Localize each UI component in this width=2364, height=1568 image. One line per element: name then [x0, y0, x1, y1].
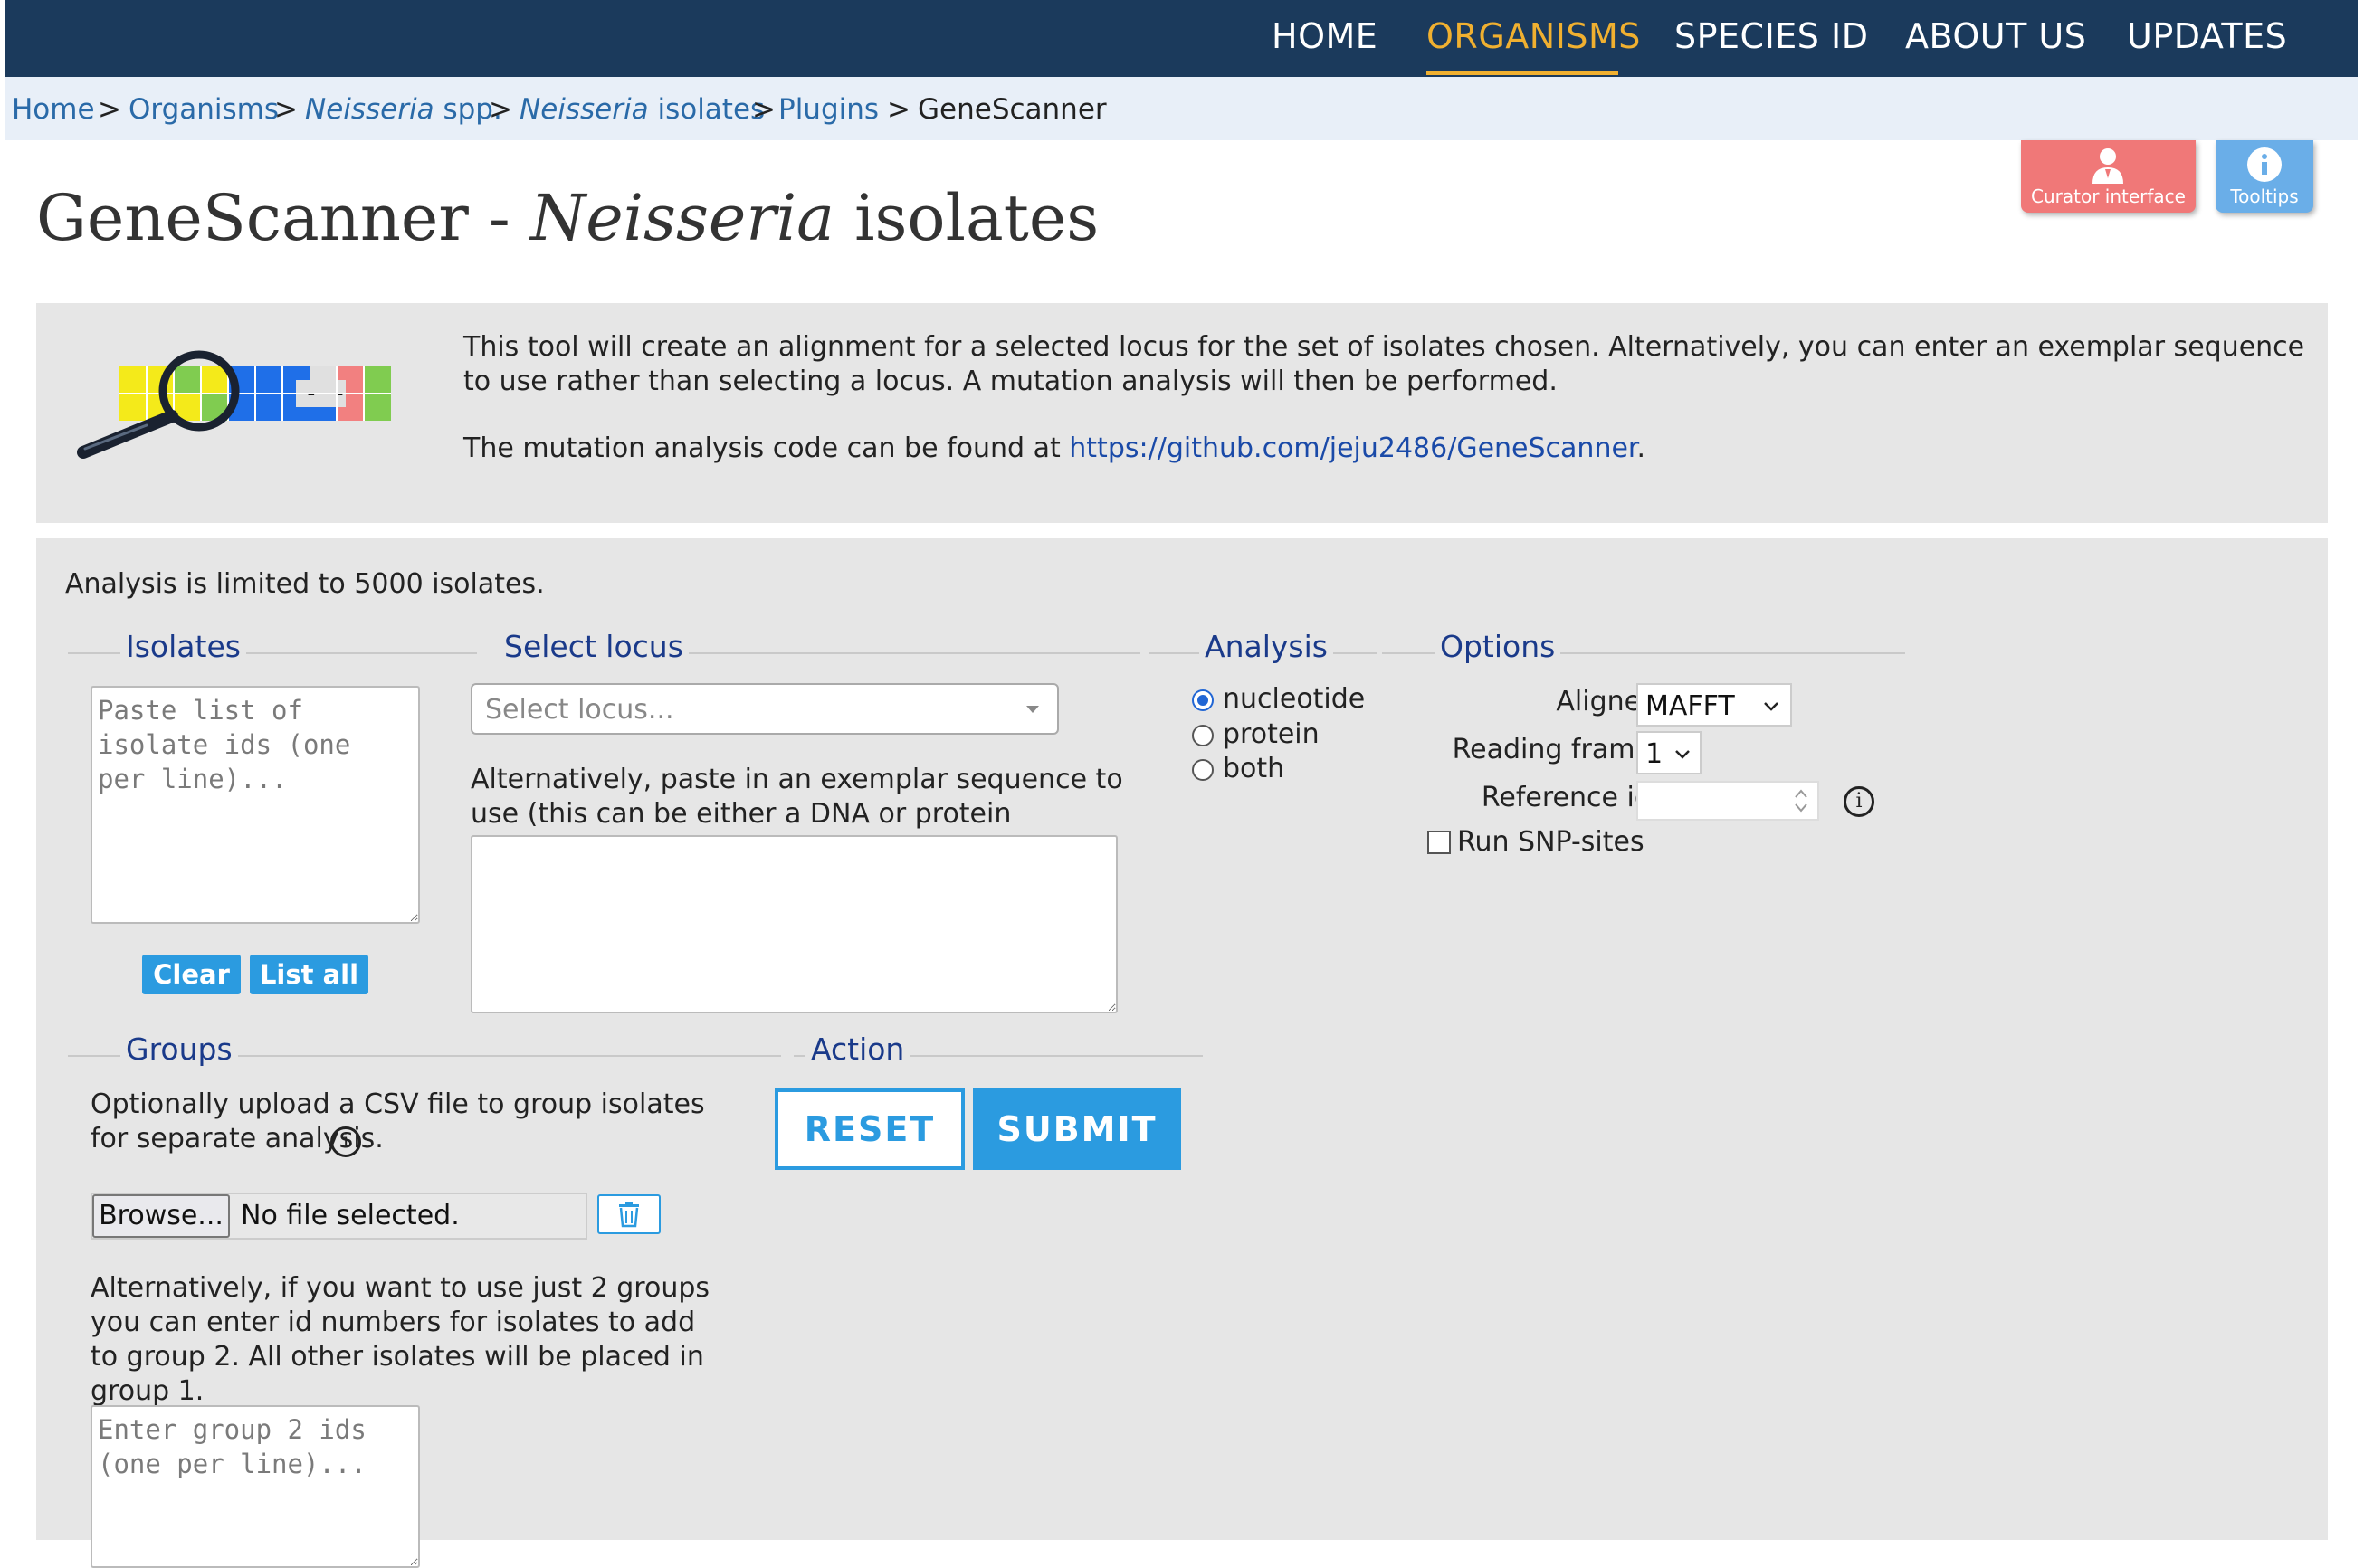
- groups-legend: Groups: [120, 1031, 238, 1067]
- nav-species-id[interactable]: SPECIES ID: [1674, 16, 1868, 56]
- file-status: No file selected.: [241, 1200, 460, 1231]
- groups-upload-text: Optionally upload a CSV file to group is…: [91, 1088, 705, 1155]
- reading-frame-select[interactable]: 1: [1636, 731, 1702, 774]
- reference-id-label: Reference id:: [1481, 782, 1661, 813]
- radio-both[interactable]: [1192, 759, 1214, 781]
- breadcrumb-separator: >: [752, 93, 776, 126]
- aligner-value: MAFFT: [1645, 690, 1735, 722]
- spinner-arrows-icon[interactable]: [1792, 785, 1810, 816]
- user-icon: [2092, 148, 2123, 184]
- browse-button[interactable]: Browse...: [92, 1194, 230, 1238]
- chevron-down-icon: [1675, 750, 1690, 759]
- breadcrumb-neisseria-isolates[interactable]: Neisseria isolates: [520, 93, 765, 126]
- breadcrumb-current: GeneScanner: [918, 93, 1107, 126]
- trash-icon: [619, 1202, 639, 1228]
- radio-nucleotide[interactable]: [1192, 689, 1214, 711]
- reset-button[interactable]: RESET: [775, 1088, 965, 1170]
- locus-select-placeholder: Select locus...: [485, 694, 674, 726]
- analysis-form: Analysis is limited to 5000 isolates. Is…: [36, 538, 2328, 1568]
- intro-panel: - - This tool will create an alignment f…: [36, 303, 2328, 523]
- breadcrumb: Home > Organisms > Neisseria spp. > Neis…: [5, 77, 2358, 140]
- options-legend: Options: [1435, 629, 1561, 664]
- action-legend: Action: [805, 1031, 910, 1067]
- groups-info-icon[interactable]: i: [330, 1126, 361, 1157]
- breadcrumb-plugins[interactable]: Plugins: [778, 93, 879, 126]
- clear-file-button[interactable]: [597, 1194, 661, 1234]
- list-all-button[interactable]: List all: [250, 955, 368, 994]
- isolates-textarea[interactable]: [91, 686, 420, 924]
- clear-button[interactable]: Clear: [142, 955, 241, 994]
- radio-protein-label: protein: [1223, 718, 1320, 750]
- breadcrumb-home[interactable]: Home: [12, 93, 95, 126]
- nav-active-underline: [1426, 71, 1618, 75]
- radio-protein[interactable]: [1192, 725, 1214, 746]
- isolates-legend: Isolates: [120, 629, 246, 664]
- reading-frame-value: 1: [1645, 738, 1663, 770]
- analysis-legend: Analysis: [1199, 629, 1333, 664]
- group2-description: Alternatively, if you want to use just 2…: [91, 1272, 710, 1407]
- top-nav: HOME ORGANISMS SPECIES ID ABOUT US UPDAT…: [5, 0, 2358, 77]
- genescanner-logo: - -: [77, 350, 391, 459]
- page-title: GeneScanner - Neisseria isolates: [36, 181, 1100, 255]
- radio-nucleotide-label: nucleotide: [1223, 683, 1366, 715]
- breadcrumb-separator: >: [887, 93, 910, 126]
- breadcrumb-separator: >: [274, 93, 298, 126]
- nav-home[interactable]: HOME: [1272, 16, 1377, 56]
- breadcrumb-organisms[interactable]: Organisms: [129, 93, 279, 126]
- github-link[interactable]: https://github.com/jeju2486/GeneScanner: [1069, 432, 1636, 464]
- nav-about-us[interactable]: ABOUT US: [1905, 16, 2086, 56]
- nav-updates[interactable]: UPDATES: [2127, 16, 2287, 56]
- snp-sites-label: Run SNP-sites: [1457, 826, 1644, 858]
- locus-select[interactable]: Select locus...: [471, 683, 1059, 735]
- exemplar-sequence-textarea[interactable]: [471, 835, 1118, 1013]
- snp-sites-checkbox[interactable]: [1427, 831, 1451, 854]
- group2-textarea[interactable]: [91, 1405, 420, 1568]
- chevron-down-icon: [1764, 702, 1778, 711]
- info-icon: [2247, 147, 2282, 182]
- breadcrumb-separator: >: [489, 93, 512, 126]
- dropdown-arrow-icon: [1026, 706, 1039, 713]
- submit-button[interactable]: SUBMIT: [973, 1088, 1181, 1170]
- tooltips-label: Tooltips: [2230, 185, 2299, 207]
- locus-legend: Select locus: [499, 629, 689, 664]
- reading-frame-label: Reading frame:: [1452, 734, 1661, 765]
- intro-description: This tool will create an alignment for a…: [463, 331, 2305, 397]
- curator-interface-label: Curator interface: [2031, 185, 2186, 207]
- breadcrumb-neisseria-spp[interactable]: Neisseria spp.: [305, 93, 502, 126]
- tooltips-button[interactable]: Tooltips: [2216, 140, 2313, 213]
- intro-code-link-line: The mutation analysis code can be found …: [463, 432, 1646, 464]
- nav-organisms[interactable]: ORGANISMS: [1426, 16, 1641, 56]
- breadcrumb-separator: >: [98, 93, 121, 126]
- reference-id-input[interactable]: [1636, 781, 1819, 821]
- aligner-select[interactable]: MAFFT: [1636, 683, 1792, 727]
- file-input[interactable]: Browse... No file selected.: [91, 1193, 587, 1240]
- curator-interface-button[interactable]: Curator interface: [2021, 140, 2196, 213]
- analysis-limit-text: Analysis is limited to 5000 isolates.: [65, 568, 545, 600]
- reference-id-info-icon[interactable]: i: [1844, 786, 1874, 817]
- radio-both-label: both: [1223, 753, 1285, 784]
